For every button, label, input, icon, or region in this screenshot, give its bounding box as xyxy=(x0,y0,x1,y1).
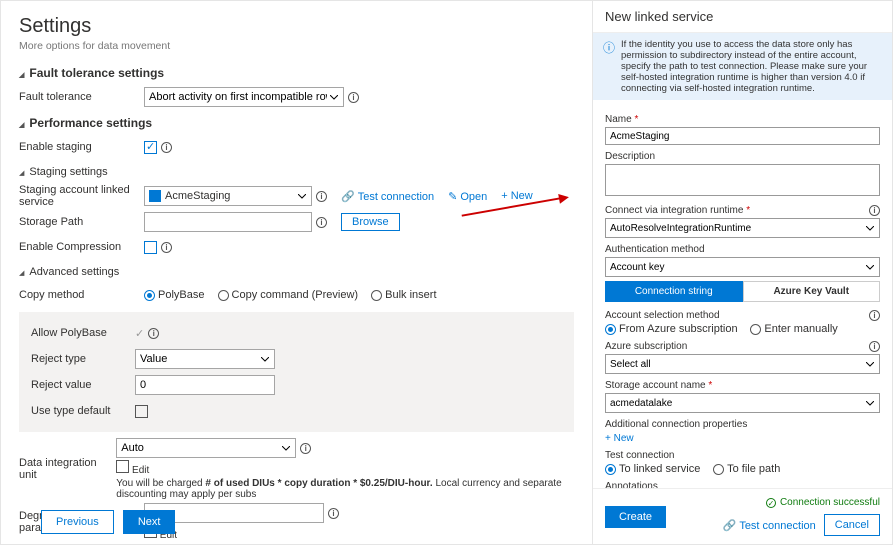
tab-azure-key-vault[interactable]: Azure Key Vault xyxy=(743,281,881,302)
description-label: Description xyxy=(605,151,655,162)
copy-method-label: Copy method xyxy=(19,289,144,301)
info-icon[interactable]: i xyxy=(161,142,172,153)
more-props-label: Additional connection properties xyxy=(605,419,747,430)
info-icon[interactable]: i xyxy=(300,443,311,454)
radio-to-filepath[interactable]: To file path xyxy=(713,463,780,475)
enable-staging-checkbox[interactable] xyxy=(144,141,157,154)
create-button[interactable]: Create xyxy=(605,506,666,528)
advanced-settings-header[interactable]: Advanced settings xyxy=(19,266,574,278)
reject-value-label: Reject value xyxy=(25,379,135,391)
fault-tolerance-label: Fault tolerance xyxy=(19,91,144,103)
info-banner: ⓘ If the identity you use to access the … xyxy=(593,33,892,100)
reject-value-input[interactable] xyxy=(135,375,275,395)
info-icon[interactable]: i xyxy=(316,191,327,202)
fault-tolerance-select[interactable]: Abort activity on first incompatible row xyxy=(144,87,344,107)
storage-path-input[interactable] xyxy=(144,212,312,232)
tab-connection-string[interactable]: Connection string xyxy=(605,281,743,302)
next-button[interactable]: Next xyxy=(123,510,176,534)
info-icon[interactable]: i xyxy=(316,217,327,228)
edit-icon: ✎ xyxy=(448,191,457,203)
enable-staging-label: Enable staging xyxy=(19,141,144,153)
cancel-button[interactable]: Cancel xyxy=(824,514,880,536)
annotations-label: Annotations xyxy=(605,481,658,488)
link-icon: 🔗 xyxy=(341,191,355,203)
reject-type-select[interactable]: Value xyxy=(135,349,275,369)
annotation-arrow xyxy=(461,191,561,221)
radio-bulkinsert[interactable]: Bulk insert xyxy=(371,289,436,301)
use-type-default-checkbox[interactable] xyxy=(135,405,148,418)
page-title: Settings xyxy=(19,15,574,38)
acct-sel-label: Account selection method xyxy=(605,310,720,321)
connection-success: ✓Connection successful xyxy=(766,497,880,508)
reject-type-label: Reject type xyxy=(25,353,135,365)
info-icon[interactable]: i xyxy=(328,508,339,519)
auth-select[interactable]: Account key xyxy=(605,257,880,277)
info-icon[interactable]: i xyxy=(148,328,159,339)
info-icon[interactable]: i xyxy=(869,341,880,352)
browse-button[interactable]: Browse xyxy=(341,213,400,231)
storage-icon xyxy=(149,190,161,202)
copy-method-radiogroup: PolyBase Copy command (Preview) Bulk ins… xyxy=(144,289,447,301)
description-input[interactable] xyxy=(605,164,880,196)
add-property-button[interactable]: + New xyxy=(605,433,880,444)
diu-select[interactable]: Auto xyxy=(116,438,296,458)
previous-button[interactable]: Previous xyxy=(41,510,114,534)
link-icon: 🔗 xyxy=(723,520,737,532)
enable-compression-label: Enable Compression xyxy=(19,241,144,253)
diu-note: You will be charged # of used DIUs * cop… xyxy=(116,478,574,500)
test-connection-button[interactable]: 🔗Test connection xyxy=(723,519,816,532)
radio-from-subscription[interactable]: From Azure subscription xyxy=(605,323,738,335)
radio-to-linked[interactable]: To linked service xyxy=(605,463,700,475)
ir-label: Connect via integration runtime xyxy=(605,205,750,216)
allow-polybase-label: Allow PolyBase xyxy=(25,327,135,339)
enable-compression-checkbox[interactable] xyxy=(144,241,157,254)
staging-account-select[interactable]: AcmeStaging xyxy=(144,186,312,206)
test-connection-label: Test connection xyxy=(605,450,675,461)
polybase-settings-box: Allow PolyBase ✓ i Reject type Value Rej… xyxy=(19,312,574,432)
name-label: Name xyxy=(605,114,638,125)
info-icon[interactable]: i xyxy=(348,92,359,103)
subscription-select[interactable]: Select all xyxy=(605,354,880,374)
info-icon[interactable]: i xyxy=(869,205,880,216)
info-icon[interactable]: i xyxy=(869,310,880,321)
storage-path-label: Storage Path xyxy=(19,216,144,228)
auth-label: Authentication method xyxy=(605,244,705,255)
staging-settings-header[interactable]: Staging settings xyxy=(19,166,574,178)
radio-polybase[interactable]: PolyBase xyxy=(144,289,204,301)
name-input[interactable] xyxy=(605,127,880,145)
panel-title: New linked service xyxy=(593,1,892,33)
page-subtitle: More options for data movement xyxy=(19,40,574,52)
storage-account-label: Storage account name xyxy=(605,380,712,391)
performance-settings-header[interactable]: Performance settings xyxy=(19,116,574,130)
staging-account-value: AcmeStaging xyxy=(165,190,230,202)
ir-select[interactable]: AutoResolveIntegrationRuntime xyxy=(605,218,880,238)
diu-label: Data integration unit xyxy=(19,457,116,481)
subscription-label: Azure subscription xyxy=(605,341,687,352)
fault-settings-header[interactable]: Fault tolerance settings xyxy=(19,66,574,80)
radio-copycommand[interactable]: Copy command (Preview) xyxy=(218,289,359,301)
staging-account-label: Staging account linked service xyxy=(19,184,144,208)
use-type-default-label: Use type default xyxy=(25,405,135,417)
storage-account-select[interactable]: acmedatalake xyxy=(605,393,880,413)
test-connection-link[interactable]: 🔗Test connection xyxy=(341,190,434,203)
radio-enter-manually[interactable]: Enter manually xyxy=(750,323,837,335)
diu-edit-checkbox[interactable]: Edit xyxy=(116,460,574,476)
info-icon[interactable]: i xyxy=(161,242,172,253)
info-icon: ⓘ xyxy=(603,39,615,94)
